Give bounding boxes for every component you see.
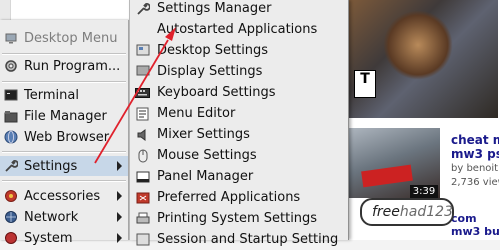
menu-separator	[2, 151, 126, 153]
menu-item-network[interactable]: Network	[0, 207, 128, 227]
esrb-rating-badge: T	[354, 70, 376, 98]
network-icon	[4, 210, 18, 224]
submenu-item-preferred-applications[interactable]: Preferred Applications	[130, 187, 348, 208]
submenu-arrow-icon	[117, 212, 122, 222]
menu-item-desktop-menu: Desktop Menu	[0, 28, 128, 48]
menu-editor-icon	[135, 107, 150, 121]
printer-icon	[135, 212, 150, 226]
menu-item-settings[interactable]: Settings	[0, 156, 128, 176]
globe-icon	[4, 130, 18, 144]
display-icon	[135, 65, 150, 79]
submenu-item-label: Desktop Settings	[157, 43, 269, 58]
submenu-item-keyboard-settings[interactable]: Keyboard Settings	[130, 82, 348, 103]
menu-item-label: File Manager	[24, 108, 107, 124]
watermark-text-a: free	[372, 204, 400, 220]
submenu-item-printing-system-settings[interactable]: Printing System Settings	[130, 208, 348, 229]
video-views: 2,736 view	[451, 177, 499, 188]
video-title-line1: cheat m	[451, 133, 499, 147]
video-title-line2: mw3 ps	[451, 147, 499, 161]
menu-separator	[2, 53, 126, 55]
menu-item-label: Run Program...	[24, 58, 121, 74]
submenu-item-display-settings[interactable]: Display Settings	[130, 61, 348, 82]
submenu-item-label: Panel Manager	[157, 169, 254, 184]
menu-separator	[2, 180, 126, 182]
accessories-icon	[4, 189, 18, 203]
submenu-item-mouse-settings[interactable]: Mouse Settings	[130, 145, 348, 166]
system-icon	[4, 231, 18, 245]
mixer-icon	[135, 128, 150, 142]
submenu-item-menu-editor[interactable]: Menu Editor	[130, 103, 348, 124]
submenu-arrow-icon	[117, 161, 122, 171]
submenu-item-label: Autostarted Applications	[157, 22, 318, 37]
desktop-main-menu: Desktop Menu Run Program... Terminal Fil…	[0, 20, 129, 246]
submenu-item-settings-manager[interactable]: Settings Manager	[130, 0, 348, 19]
wrench-icon	[135, 2, 150, 16]
desktop-settings-icon	[135, 44, 150, 58]
video-author[interactable]: by benoit	[451, 163, 499, 174]
preferred-apps-icon	[135, 191, 150, 205]
gear-icon	[4, 59, 18, 73]
menu-item-web-browser[interactable]: Web Browser	[0, 127, 128, 147]
menu-item-label: Accessories	[24, 188, 101, 204]
menu-separator	[2, 81, 126, 83]
submenu-item-label: Mixer Settings	[157, 127, 250, 142]
menu-item-label: Settings	[24, 158, 78, 174]
menu-item-file-manager[interactable]: File Manager	[0, 106, 128, 126]
submenu-item-panel-manager[interactable]: Panel Manager	[130, 166, 348, 187]
desktop-icon	[4, 31, 18, 45]
menu-item-label: Desktop Menu	[24, 30, 118, 46]
video-title-link[interactable]: cheat m mw3 ps	[451, 133, 499, 161]
submenu-item-label: Mouse Settings	[157, 148, 257, 163]
watermark-text-b: had123	[399, 204, 453, 220]
settings-submenu: Settings Manager Autostarted Application…	[129, 0, 349, 247]
menu-item-label: Terminal	[24, 87, 79, 103]
submenu-item-label: Menu Editor	[157, 106, 236, 121]
menu-item-label: Network	[24, 209, 79, 225]
video-duration-badge: 3:39	[410, 185, 438, 198]
submenu-item-mixer-settings[interactable]: Mixer Settings	[130, 124, 348, 145]
menu-item-label: Web Browser	[24, 129, 110, 145]
keyboard-icon	[135, 86, 150, 100]
submenu-arrow-icon	[117, 191, 122, 201]
watermark-logo: free had123	[360, 198, 454, 226]
menu-item-run-program[interactable]: Run Program...	[0, 56, 128, 76]
folder-icon	[4, 109, 18, 123]
mouse-icon	[135, 149, 150, 163]
submenu-item-label: Printing System Settings	[157, 211, 318, 226]
submenu-item-label: Preferred Applications	[157, 190, 301, 205]
menu-item-system[interactable]: System	[0, 228, 128, 248]
menu-item-label: System	[24, 230, 73, 246]
submenu-item-label: Display Settings	[157, 64, 263, 79]
submenu-item-desktop-settings[interactable]: Desktop Settings	[130, 40, 348, 61]
next-video-title-line1[interactable]: com	[451, 212, 499, 225]
panel-icon	[135, 170, 150, 184]
terminal-icon	[4, 88, 18, 102]
menu-item-terminal[interactable]: Terminal	[0, 85, 128, 105]
menu-item-accessories[interactable]: Accessories	[0, 186, 128, 206]
game-cover-image[interactable]: T	[348, 0, 498, 118]
next-video-title-line2[interactable]: mw3 bu	[451, 225, 499, 238]
cover-character	[383, 10, 453, 80]
blank-icon	[135, 23, 150, 37]
submenu-item-autostarted-applications[interactable]: Autostarted Applications	[130, 19, 348, 40]
submenu-item-label: Settings Manager	[157, 1, 272, 16]
wrench-icon	[4, 159, 18, 173]
submenu-item-label: Keyboard Settings	[157, 85, 276, 100]
submenu-arrow-icon	[117, 233, 122, 243]
